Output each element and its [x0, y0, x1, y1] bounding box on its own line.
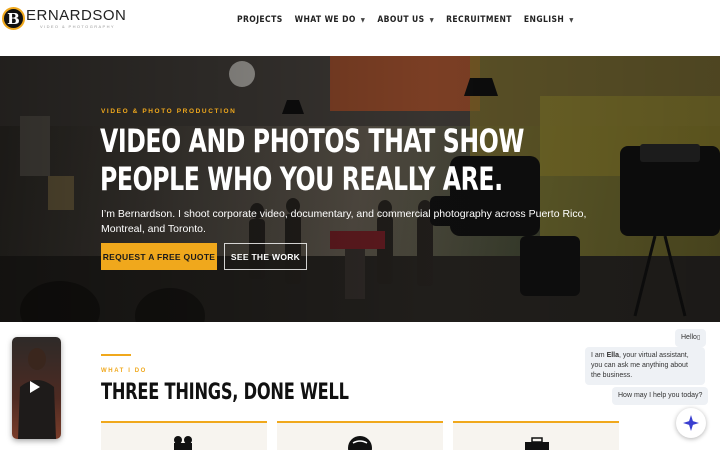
- service-card[interactable]: [453, 421, 619, 450]
- nav-label: ENGLISH: [523, 15, 565, 25]
- hero-eyebrow: VIDEO & PHOTO PRODUCTION: [101, 108, 237, 115]
- hero-title: VIDEO AND PHOTOS THAT SHOW PEOPLE WHO YO…: [100, 122, 525, 198]
- globe-icon: [348, 436, 372, 450]
- chat-intro-prefix: I am: [591, 352, 607, 359]
- hero-section: VIDEO & PHOTO PRODUCTION VIDEO AND PHOTO…: [0, 56, 720, 322]
- nav-label: RECRUITMENT: [446, 15, 512, 25]
- service-card[interactable]: [277, 421, 443, 450]
- chat-intro-message: I am Ella, your virtual assistant, you c…: [585, 347, 705, 385]
- section-eyebrow: WHAT I DO: [101, 368, 147, 374]
- nav-label: WHAT WE DO: [294, 15, 356, 25]
- nav-item-language[interactable]: ENGLISH ▼: [524, 15, 574, 25]
- nav-label: ABOUT US: [377, 15, 425, 25]
- sparkle-icon: [683, 415, 699, 431]
- chevron-down-icon: ▼: [429, 16, 435, 24]
- logo-tagline: VIDEO & PHOTOGRAPHY: [40, 24, 115, 29]
- logo-name: ERNARDSON: [26, 7, 127, 24]
- chat-greeting-text: Hello: [681, 334, 697, 341]
- chat-launcher-button[interactable]: [676, 408, 706, 438]
- chevron-down-icon: ▼: [360, 16, 366, 24]
- briefcase-icon: [525, 437, 549, 450]
- chevron-down-icon: ▼: [569, 16, 574, 24]
- chat-prompt: How may I help you today?: [612, 387, 709, 405]
- nav-item-about-us[interactable]: ABOUT US ▼: [377, 15, 434, 25]
- video-widget[interactable]: [12, 337, 61, 439]
- play-icon[interactable]: [30, 381, 40, 393]
- nav-item-recruitment[interactable]: RECRUITMENT: [446, 15, 512, 25]
- logo-mark: B: [2, 7, 25, 30]
- request-quote-button[interactable]: REQUEST A FREE QUOTE: [101, 243, 217, 270]
- nav-item-what-we-do[interactable]: WHAT WE DO ▼: [295, 15, 366, 25]
- main-nav: PROJECTS WHAT WE DO ▼ ABOUT US ▼ RECRUIT…: [237, 15, 586, 25]
- see-work-button[interactable]: SEE THE WORK: [224, 243, 307, 270]
- camera-icon: [174, 436, 192, 450]
- section-title: THREE THINGS, DONE WELL: [101, 380, 349, 405]
- site-header: B ERNARDSON VIDEO & PHOTOGRAPHY PROJECTS…: [0, 0, 720, 56]
- assistant-name: Ella: [606, 352, 620, 359]
- section-accent-line: [101, 354, 131, 356]
- nav-label: PROJECTS: [237, 15, 283, 25]
- service-card[interactable]: [101, 421, 267, 450]
- nav-item-projects[interactable]: PROJECTS: [237, 15, 283, 25]
- logo[interactable]: B ERNARDSON VIDEO & PHOTOGRAPHY: [2, 7, 126, 30]
- hero-description: I’m Bernardson. I shoot corporate video,…: [101, 208, 587, 235]
- chat-greeting: Hello▯: [675, 329, 707, 347]
